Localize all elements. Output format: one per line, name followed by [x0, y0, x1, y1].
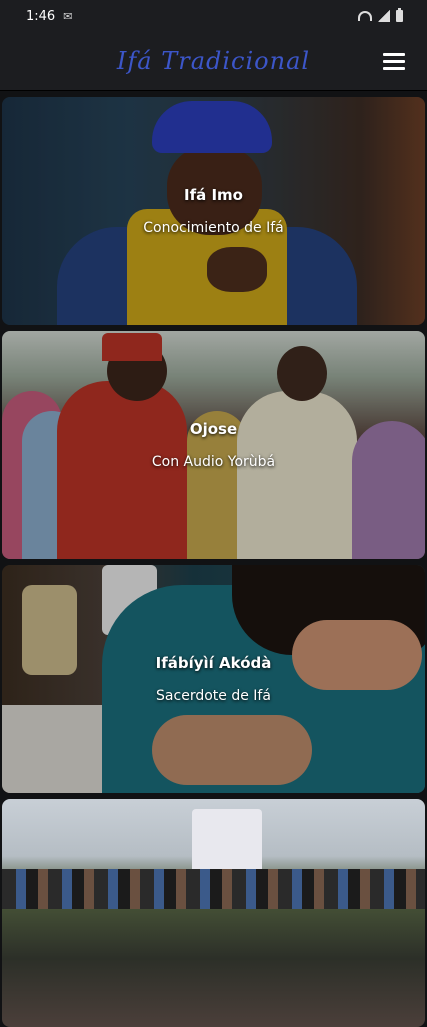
wifi-icon: [358, 11, 372, 21]
card-ojose[interactable]: Ojose Con Audio Yorùbá: [2, 331, 425, 559]
card-title: Ifá Imo: [184, 186, 243, 204]
hamburger-menu-icon[interactable]: [383, 53, 405, 70]
card-ifa-imo[interactable]: Ifá Imo Conocimiento de Ifá: [2, 97, 425, 325]
card-festival[interactable]: [2, 799, 425, 1027]
app-title: Ifá Tradicional: [116, 47, 311, 75]
card-title: Ojose: [189, 420, 238, 438]
status-bar: 1:46 ✉: [0, 0, 427, 32]
status-time: 1:46: [26, 8, 56, 24]
app-bar: Ifá Tradicional: [0, 32, 427, 91]
mail-icon: ✉: [63, 9, 73, 23]
card-subtitle: Conocimiento de Ifá: [143, 220, 284, 236]
card-list: Ifá Imo Conocimiento de Ifá Ojose Con Au…: [0, 91, 427, 1027]
card-subtitle: Con Audio Yorùbá: [151, 454, 276, 470]
status-icons: [358, 8, 403, 22]
card-title: Ifábíyìí Akódà: [155, 654, 272, 672]
battery-icon: [396, 8, 403, 22]
signal-icon: [378, 10, 390, 22]
card-ifabiyii-akoda[interactable]: Ifábíyìí Akódà Sacerdote de Ifá: [2, 565, 425, 793]
card-subtitle: Sacerdote de Ifá: [156, 688, 271, 704]
